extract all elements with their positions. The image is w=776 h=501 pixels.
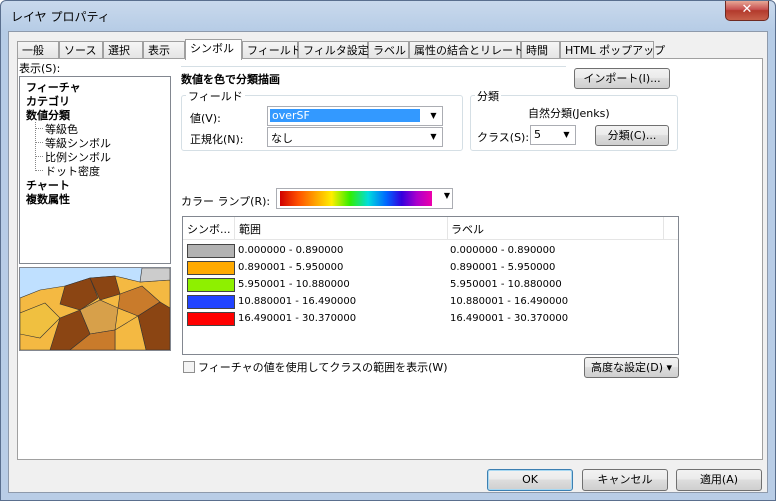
value-field-dropdown[interactable]: overSF ▼ [267, 106, 443, 126]
chevron-down-icon[interactable]: ▼ [425, 107, 442, 125]
show-label: 表示(S): [19, 62, 61, 75]
label-cell[interactable]: 0.000000 - 0.890000 [450, 245, 555, 256]
symbol-swatch[interactable] [187, 261, 235, 275]
renderer-list[interactable]: フィーチャ カテゴリ 数値分類 等級色 等級シンボル 比例シンボル ドット密度 … [19, 76, 171, 264]
window-title: レイヤ プロパティ [11, 10, 110, 24]
tab-joins-relates[interactable]: 属性の結合とリレート [409, 41, 524, 59]
chevron-down-icon[interactable]: ▼ [558, 126, 575, 144]
classification-method: 自然分類(Jenks) [528, 107, 610, 120]
color-ramp-preview [280, 191, 432, 206]
chevron-down-icon[interactable]: ▼ [444, 191, 450, 200]
list-item-multiple-attributes[interactable]: 複数属性 [26, 191, 70, 207]
range-cell[interactable]: 16.490001 - 30.370000 [238, 313, 356, 324]
renderer-preview-image [19, 267, 171, 351]
class-table-header: シンボ... 範囲 ラベル [183, 217, 678, 240]
tab-labels[interactable]: ラベル [368, 41, 409, 59]
tree-connector [35, 142, 43, 143]
tab-fields[interactable]: フィールド [242, 41, 302, 59]
close-button[interactable]: ✕ [725, 1, 769, 21]
normalization-value: なし [271, 132, 293, 145]
column-header-symbol[interactable]: シンボ... [187, 221, 231, 237]
symbol-swatch[interactable] [187, 278, 235, 292]
normalization-dropdown[interactable]: なし ▼ [267, 127, 443, 147]
value-field-selected: overSF [270, 109, 420, 122]
table-row[interactable]: 10.880001 - 16.490000 10.880001 - 16.4900… [183, 294, 678, 311]
heading-divider [181, 66, 566, 67]
tab-source[interactable]: ソース [59, 41, 103, 59]
label-cell[interactable]: 10.880001 - 16.490000 [450, 296, 568, 307]
cancel-button[interactable]: キャンセル [582, 469, 668, 491]
symbology-panel: 表示(S): フィーチャ カテゴリ 数値分類 等級色 等級シンボル 比例シンボル… [17, 58, 763, 460]
label-cell[interactable]: 5.950001 - 10.880000 [450, 279, 562, 290]
symbol-swatch[interactable] [187, 312, 235, 326]
table-row[interactable]: 5.950001 - 10.880000 5.950001 - 10.880000 [183, 277, 678, 294]
column-header-range[interactable]: 範囲 [239, 221, 261, 237]
tab-symbology[interactable]: シンボル [185, 39, 242, 60]
tab-definition-query[interactable]: フィルタ設定 [298, 41, 369, 59]
range-cell[interactable]: 0.890001 - 5.950000 [238, 262, 343, 273]
dialog-body: 一般 ソース 選択 表示 シンボル フィールド フィルタ設定 ラベル 属性の結合… [8, 31, 768, 493]
map-preview [20, 268, 170, 350]
apply-button[interactable]: 適用(A) [676, 469, 762, 491]
range-cell[interactable]: 0.000000 - 0.890000 [238, 245, 343, 256]
show-class-ranges-label: フィーチャの値を使用してクラスの範囲を表示(W) [198, 361, 448, 374]
tab-general[interactable]: 一般 [17, 41, 59, 59]
tree-connector [35, 156, 43, 157]
column-divider[interactable] [234, 217, 235, 239]
tree-connector [35, 170, 43, 171]
import-button[interactable]: インポート(I)... [574, 68, 670, 89]
tree-connector [35, 128, 43, 129]
label-cell[interactable]: 16.490001 - 30.370000 [450, 313, 568, 324]
table-row[interactable]: 0.000000 - 0.890000 0.000000 - 0.890000 [183, 243, 678, 260]
ok-button[interactable]: OK [487, 469, 573, 491]
tab-selection[interactable]: 選択 [103, 41, 143, 59]
normalization-label: 正規化(N): [190, 133, 244, 146]
tree-connector [35, 122, 36, 171]
show-class-ranges-checkbox[interactable] [183, 361, 195, 373]
symbol-swatch[interactable] [187, 244, 235, 258]
symbol-swatch[interactable] [187, 295, 235, 309]
classify-button[interactable]: 分類(C)... [595, 125, 669, 146]
tab-html-popup[interactable]: HTML ポップアップ [560, 41, 665, 59]
column-header-label[interactable]: ラベル [451, 221, 484, 237]
renderer-heading: 数値を色で分類描画 [181, 73, 280, 86]
class-table[interactable]: シンボ... 範囲 ラベル 0.000000 - 0.890000 0.00000… [182, 216, 679, 355]
label-cell[interactable]: 0.890001 - 5.950000 [450, 262, 555, 273]
title-bar[interactable]: レイヤ プロパティ ✕ [1, 1, 775, 31]
range-cell[interactable]: 5.950001 - 10.880000 [238, 279, 350, 290]
table-row[interactable]: 16.490001 - 30.370000 16.490001 - 30.3700… [183, 311, 678, 328]
tab-display[interactable]: 表示 [143, 41, 185, 59]
classes-value: 5 [534, 128, 541, 141]
value-label: 値(V): [190, 112, 221, 125]
column-divider[interactable] [447, 217, 448, 239]
color-ramp-dropdown[interactable]: ▼ [276, 188, 453, 209]
advanced-button[interactable]: 高度な設定(D) ▾ [584, 357, 679, 378]
classes-dropdown[interactable]: 5 ▼ [530, 125, 576, 145]
classification-group-title: 分類 [475, 88, 501, 104]
fields-group-title: フィールド [186, 88, 245, 104]
column-divider[interactable] [663, 217, 664, 239]
chevron-down-icon[interactable]: ▼ [425, 128, 442, 146]
classes-label: クラス(S): [477, 131, 530, 144]
range-cell[interactable]: 10.880001 - 16.490000 [238, 296, 356, 307]
color-ramp-label: カラー ランプ(R): [181, 195, 271, 208]
table-row[interactable]: 0.890001 - 5.950000 0.890001 - 5.950000 [183, 260, 678, 277]
layer-properties-dialog: レイヤ プロパティ ✕ 一般 ソース 選択 表示 シンボル フィールド フィルタ… [0, 0, 776, 501]
tab-time[interactable]: 時間 [521, 41, 560, 59]
